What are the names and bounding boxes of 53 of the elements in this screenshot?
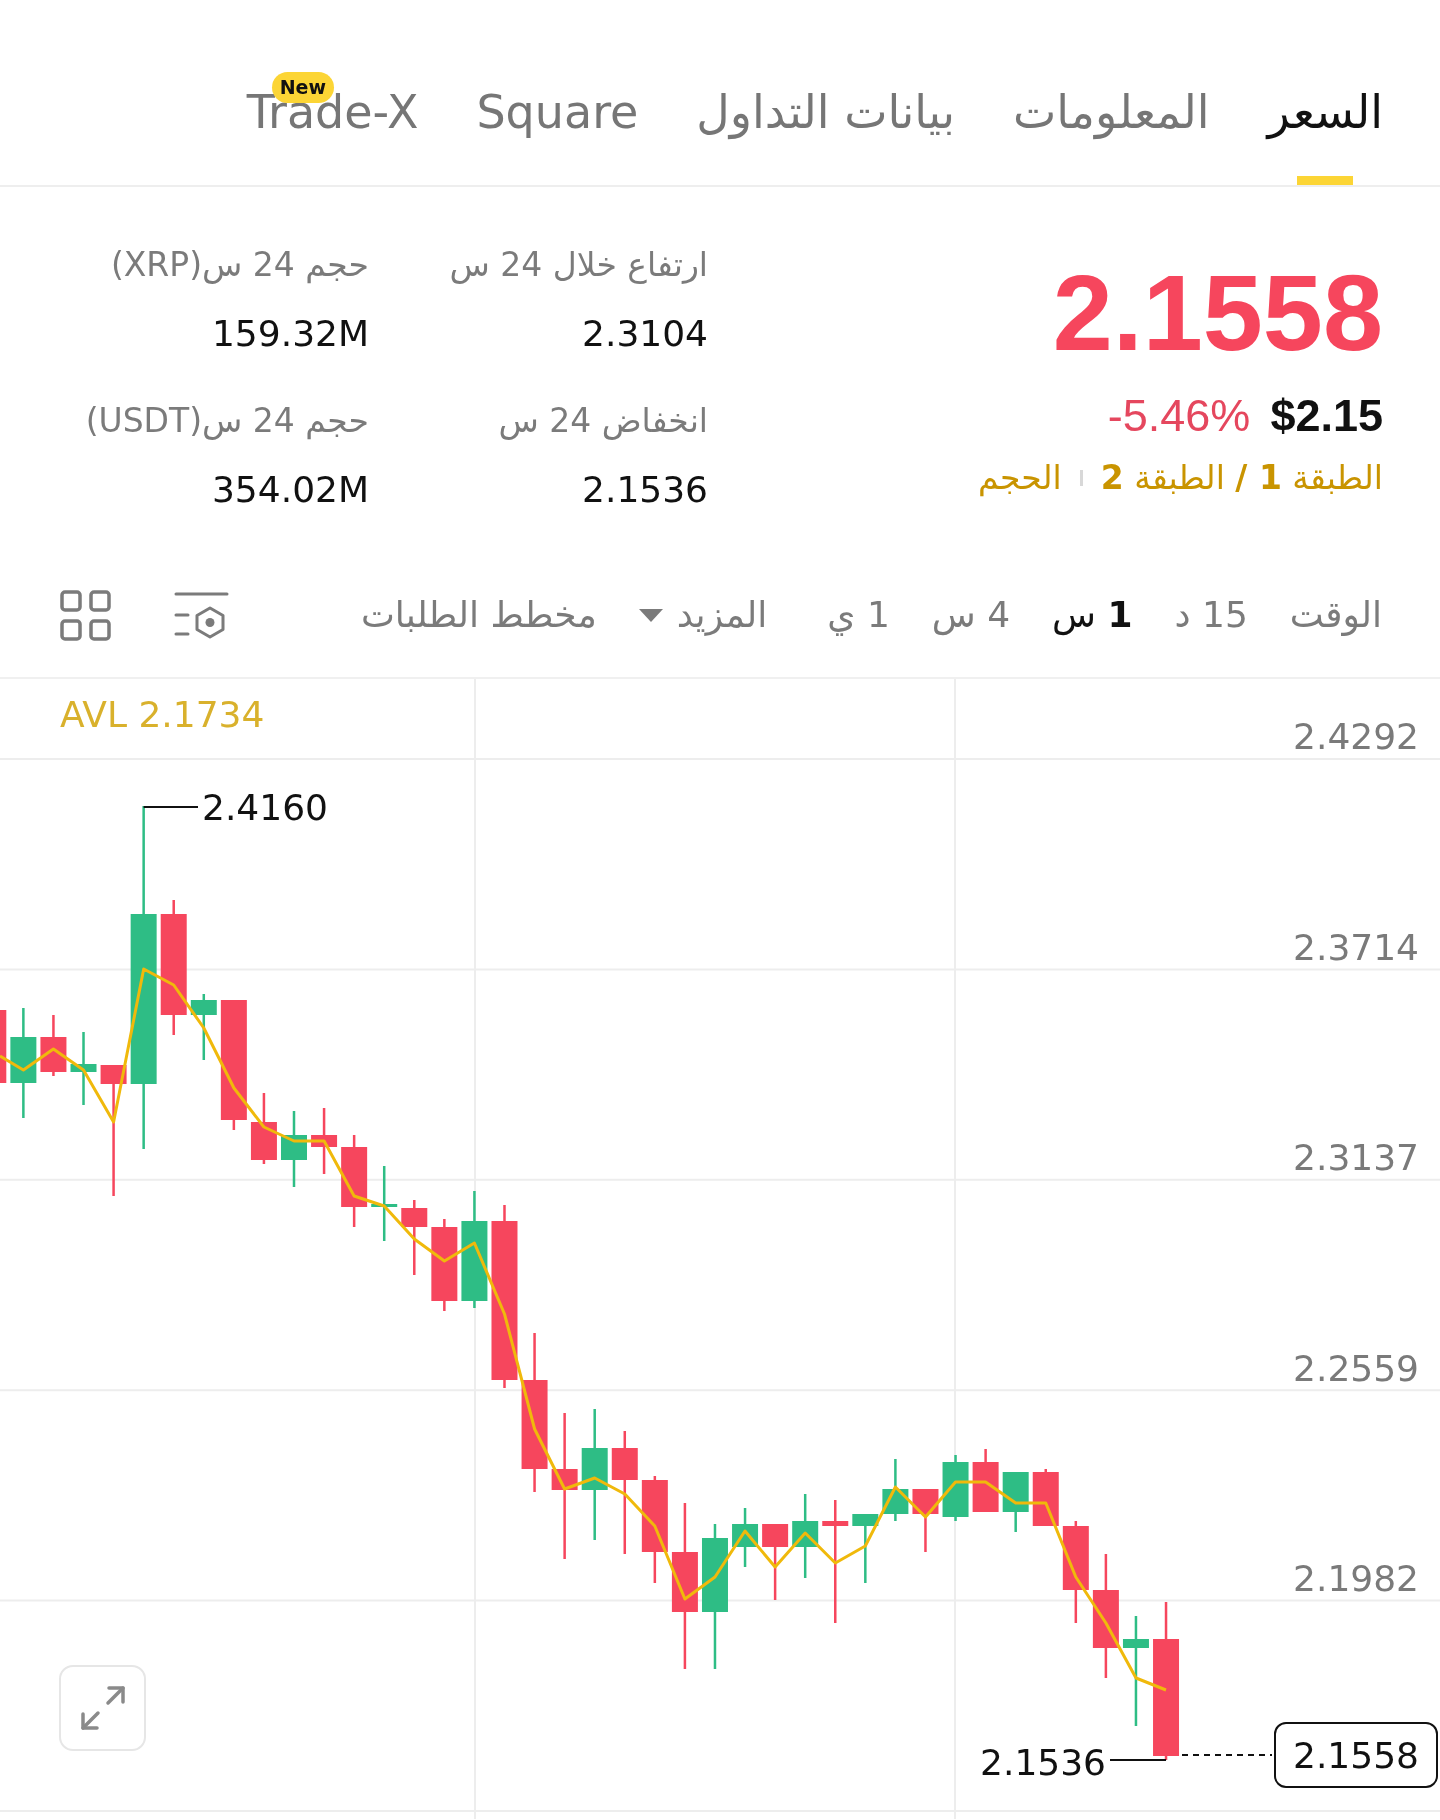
stat-value: 159.32M — [211, 312, 369, 356]
price-axis-label: 2.2559 — [1293, 1347, 1419, 1389]
tab[interactable]: المعلومات — [1013, 75, 1210, 185]
falling-candle — [1032, 1469, 1059, 1526]
price-axis-label: 2.1982 — [1293, 1558, 1419, 1599]
last-price: 2.1558 — [1052, 258, 1383, 368]
more-button[interactable]: المزيد — [638, 593, 768, 637]
low-leader-line — [1109, 1759, 1168, 1761]
falling-candle — [912, 1489, 939, 1552]
falling-candle — [311, 1108, 338, 1174]
settings-icon — [174, 591, 229, 639]
time-label: الوقت — [1289, 593, 1382, 637]
usd-price: $2.15 — [1270, 391, 1383, 441]
tab[interactable]: بيانات التداول — [696, 75, 956, 185]
stat-label: انخفاض 24 س — [498, 400, 708, 442]
low-price-label: 2.1536 — [980, 1742, 1106, 1783]
interval-button[interactable]: 4 س — [931, 593, 1011, 637]
category-link[interactable]: الحجم — [977, 456, 1062, 500]
price-axis-label: 2.4292 — [1293, 716, 1419, 757]
expand-button[interactable] — [59, 1665, 146, 1751]
falling-candle — [250, 1093, 277, 1164]
rising-candle — [732, 1508, 759, 1567]
price-change: -5.46% — [1107, 391, 1251, 441]
layout-button[interactable] — [60, 590, 111, 641]
grid-icon — [60, 590, 111, 641]
high-price-label: 2.4160 — [202, 787, 328, 828]
depth-chart-button[interactable]: مخطط الطلبات — [360, 593, 597, 637]
expand-icon — [79, 1685, 126, 1731]
stat-value: 2.1536 — [582, 468, 708, 512]
rising-candle — [190, 994, 217, 1060]
rising-candle — [882, 1459, 909, 1521]
stat-label: حجم 24 س(USDT) — [85, 400, 369, 442]
interval-button[interactable]: 15 د — [1174, 593, 1248, 637]
indicator-label: AVL 2.1734 — [60, 693, 265, 737]
stat-label: ارتفاع خلال 24 س — [449, 244, 708, 286]
tab[interactable]: Square — [476, 75, 639, 185]
current-price-tag: 2.1558 — [1274, 1722, 1438, 1788]
falling-candle — [40, 1015, 67, 1076]
tab-indicator — [1297, 176, 1354, 185]
price-axis-label: 2.3137 — [1293, 1137, 1419, 1178]
falling-candle — [972, 1449, 999, 1512]
stat-value: 2.3104 — [582, 312, 708, 356]
settings-button[interactable] — [174, 591, 229, 639]
tab[interactable]: السعر — [1267, 75, 1383, 185]
stat-value: 354.02M — [211, 468, 369, 512]
price-axis-label: 2.3714 — [1293, 926, 1419, 968]
stat-label: حجم 24 س(XRP) — [110, 244, 369, 286]
caret-icon — [638, 608, 663, 622]
rising-candle — [1002, 1472, 1029, 1532]
rising-candle — [942, 1455, 969, 1521]
high-leader-line — [142, 806, 199, 808]
rising-candle — [852, 1514, 879, 1583]
interval-button[interactable]: 1 ي — [827, 593, 890, 637]
